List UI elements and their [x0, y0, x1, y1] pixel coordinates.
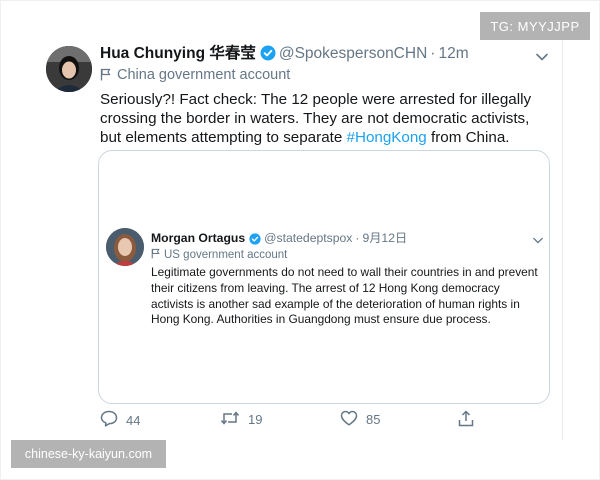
quoted-author-name[interactable]: Morgan Ortagus	[151, 231, 245, 245]
quoted-gov-label-text: US government account	[164, 249, 288, 261]
reply-button[interactable]: 44	[100, 410, 140, 430]
like-count: 85	[366, 412, 381, 427]
gov-account-label: China government account	[100, 67, 290, 85]
quoted-author-handle[interactable]: @statedeptspox	[264, 231, 352, 245]
author-avatar[interactable]	[46, 46, 92, 92]
author-name[interactable]: Hua Chunying 华春莹	[100, 45, 256, 62]
quoted-author-avatar[interactable]	[106, 228, 144, 266]
quoted-verified-badge-icon	[249, 233, 261, 248]
flag-icon	[100, 68, 111, 85]
author-handle[interactable]: @SpokespersonCHN	[279, 45, 427, 62]
tweet-text: Seriously?! Fact check: The 12 people we…	[100, 90, 540, 147]
quoted-gov-account-label: US government account	[151, 248, 287, 262]
quoted-tweet-header: Morgan Ortagus @statedeptspox · 9月12日	[151, 228, 407, 248]
share-icon	[458, 410, 474, 430]
share-button[interactable]	[458, 410, 474, 430]
website-watermark: chinese-ky-kaiyun.com	[11, 440, 166, 468]
tweet-timestamp[interactable]: 12m	[438, 45, 468, 62]
like-icon	[340, 410, 358, 429]
quoted-avatar-photo	[106, 228, 144, 266]
hashtag-link[interactable]: #HongKong	[347, 129, 427, 146]
tweet-header: Hua Chunying 华春莹 @SpokespersonCHN · 12m	[100, 44, 469, 67]
reply-count: 44	[126, 412, 141, 428]
quoted-chevron-down-icon[interactable]	[533, 231, 543, 249]
tweet-action-bar: 44 19 85	[0, 410, 600, 432]
chevron-down-icon[interactable]	[536, 48, 548, 66]
avatar-photo	[46, 46, 92, 92]
retweet-count: 19	[248, 412, 263, 427]
verified-badge-icon	[260, 45, 276, 67]
separator-dot: ·	[430, 45, 436, 62]
quoted-separator-dot: ·	[355, 231, 360, 245]
gov-label-text: China government account	[117, 67, 291, 83]
like-button[interactable]: 85	[340, 410, 380, 429]
tweet-text-end: from China.	[426, 129, 510, 146]
quoted-flag-icon	[151, 248, 160, 262]
telegram-watermark: TG: MYYJJPP	[480, 12, 590, 40]
retweet-button[interactable]: 19	[220, 410, 262, 429]
reply-icon	[100, 410, 118, 430]
quoted-tweet-text: Legitimate governments do not need to wa…	[151, 265, 538, 327]
retweet-icon	[220, 410, 240, 429]
quoted-timestamp[interactable]: 9月12日	[362, 231, 407, 245]
